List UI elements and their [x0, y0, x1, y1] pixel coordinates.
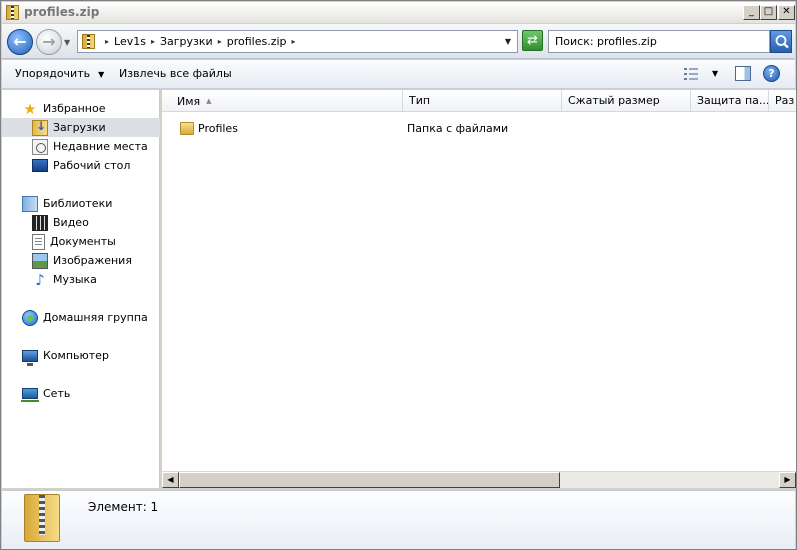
column-label: Сжатый размер	[568, 94, 660, 107]
breadcrumb-item-archive[interactable]: profiles.zip	[227, 35, 287, 48]
nav-item-downloads[interactable]: Загрузки	[2, 118, 160, 137]
file-list: Имя ▲ Тип Сжатый размер Защита па... Раз …	[162, 90, 796, 488]
help-icon[interactable]: ?	[763, 65, 780, 82]
nav-label: Избранное	[43, 102, 106, 115]
view-dropdown-icon[interactable]: ▼	[712, 69, 718, 78]
sort-ascending-icon: ▲	[206, 97, 212, 105]
details-pane: Элемент: 1	[2, 490, 795, 549]
recent-pages-dropdown[interactable]: ▼	[64, 38, 70, 47]
search-input[interactable]: Поиск: profiles.zip	[548, 30, 770, 53]
nav-item-homegroup[interactable]: Домашняя группа	[2, 308, 160, 327]
zip-folder-icon	[82, 34, 95, 49]
file-type: Папка с файлами	[407, 122, 509, 135]
table-row[interactable]: Profiles Папка с файлами	[162, 120, 796, 138]
minimize-button[interactable]: _	[743, 5, 760, 20]
nav-label: Библиотеки	[43, 197, 113, 210]
maximize-button[interactable]: □	[760, 5, 777, 20]
file-name: Profiles	[198, 122, 238, 135]
nav-label: Компьютер	[43, 349, 109, 362]
nav-item-music[interactable]: ♪ Музыка	[2, 270, 160, 289]
address-dropdown-icon[interactable]: ▼	[505, 37, 511, 46]
column-header-size[interactable]: Раз	[769, 90, 796, 112]
chevron-down-icon: ▼	[98, 70, 105, 79]
breadcrumb: ▸ Lev1s ▸ Загрузки ▸ profiles.zip ▸	[100, 35, 301, 48]
view-options-icon[interactable]	[683, 67, 699, 81]
column-header-compressed-size[interactable]: Сжатый размер	[562, 90, 691, 112]
horizontal-scrollbar[interactable]: ◀ ▶	[162, 471, 796, 488]
music-icon: ♪	[35, 270, 45, 289]
pictures-icon	[32, 252, 48, 269]
search-icon	[775, 35, 789, 49]
nav-item-documents[interactable]: Документы	[2, 232, 160, 251]
navigation-bar: ← → ▼ ▸ Lev1s ▸ Загрузки ▸ profiles.zip …	[2, 24, 795, 59]
video-icon	[32, 214, 48, 231]
nav-item-recent[interactable]: Недавние места	[2, 137, 160, 156]
column-label: Защита па...	[697, 94, 769, 107]
recent-places-icon	[32, 138, 48, 155]
back-button[interactable]: ←	[7, 29, 33, 55]
libraries-icon	[22, 195, 38, 212]
chevron-right-icon[interactable]: ▸	[105, 37, 109, 46]
column-header-row: Имя ▲ Тип Сжатый размер Защита па... Раз	[162, 90, 796, 112]
nav-label: Загрузки	[53, 121, 106, 134]
close-button[interactable]: ✕	[778, 5, 795, 20]
homegroup-icon	[22, 309, 38, 326]
nav-label: Недавние места	[53, 140, 148, 153]
organize-label: Упорядочить	[15, 67, 91, 80]
nav-item-images[interactable]: Изображения	[2, 251, 160, 270]
command-bar: Упорядочить ▼ Извлечь все файлы ▼ ?	[2, 60, 795, 89]
column-label: Тип	[409, 94, 431, 107]
chevron-right-icon[interactable]: ▸	[218, 37, 222, 46]
desktop-icon	[32, 159, 48, 172]
nav-label: Музыка	[53, 273, 97, 286]
zip-folder-icon	[6, 5, 19, 20]
nav-label: Рабочий стол	[53, 159, 131, 172]
search-button[interactable]	[770, 30, 792, 53]
nav-item-computer[interactable]: Компьютер	[2, 346, 160, 366]
breadcrumb-item-user[interactable]: Lev1s	[114, 35, 146, 48]
nav-label: Сеть	[43, 387, 71, 400]
column-header-type[interactable]: Тип	[403, 90, 562, 112]
scroll-left-button[interactable]: ◀	[162, 472, 179, 488]
breadcrumb-item-downloads[interactable]: Загрузки	[160, 35, 213, 48]
computer-icon	[22, 349, 38, 366]
nav-label: Документы	[50, 235, 116, 248]
nav-label: Изображения	[53, 254, 132, 267]
folder-icon	[180, 122, 194, 135]
explorer-window: profiles.zip _ □ ✕ ← → ▼ ▸ Lev1s ▸ Загру…	[0, 0, 797, 550]
chevron-right-icon[interactable]: ▸	[292, 37, 296, 46]
address-bar[interactable]: ▸ Lev1s ▸ Загрузки ▸ profiles.zip ▸ ▼	[77, 30, 518, 53]
organize-button[interactable]: Упорядочить ▼	[15, 67, 104, 80]
scrollbar-thumb[interactable]	[179, 472, 560, 488]
nav-item-network[interactable]: Сеть	[2, 384, 160, 403]
star-icon: ★	[23, 99, 37, 118]
title-bar: profiles.zip _ □ ✕	[2, 2, 795, 23]
search-input-text: Поиск: profiles.zip	[555, 35, 657, 48]
forward-button[interactable]: →	[36, 29, 62, 55]
nav-label: Видео	[53, 216, 89, 229]
zip-folder-icon	[24, 494, 60, 542]
window-title: profiles.zip	[24, 5, 100, 19]
preview-pane-icon[interactable]	[735, 66, 751, 81]
documents-icon	[32, 233, 45, 250]
nav-item-libraries[interactable]: Библиотеки	[2, 194, 160, 213]
extract-all-button[interactable]: Извлечь все файлы	[119, 67, 232, 80]
downloads-folder-icon	[32, 119, 48, 136]
column-header-name[interactable]: Имя ▲	[162, 90, 403, 112]
item-count: Элемент: 1	[88, 500, 159, 514]
navigation-pane: ★ Избранное Загрузки Недавние места Рабо…	[2, 90, 160, 488]
refresh-button[interactable]: ⇄	[522, 30, 543, 51]
chevron-right-icon[interactable]: ▸	[151, 37, 155, 46]
scroll-right-button[interactable]: ▶	[779, 472, 796, 488]
nav-item-video[interactable]: Видео	[2, 213, 160, 232]
nav-label: Домашняя группа	[43, 311, 148, 324]
network-icon	[21, 388, 39, 402]
column-label: Раз	[775, 94, 795, 107]
column-label: Имя	[177, 95, 201, 108]
nav-item-favorites[interactable]: ★ Избранное	[2, 99, 160, 118]
column-header-password[interactable]: Защита па...	[691, 90, 769, 112]
nav-item-desktop[interactable]: Рабочий стол	[2, 156, 160, 175]
